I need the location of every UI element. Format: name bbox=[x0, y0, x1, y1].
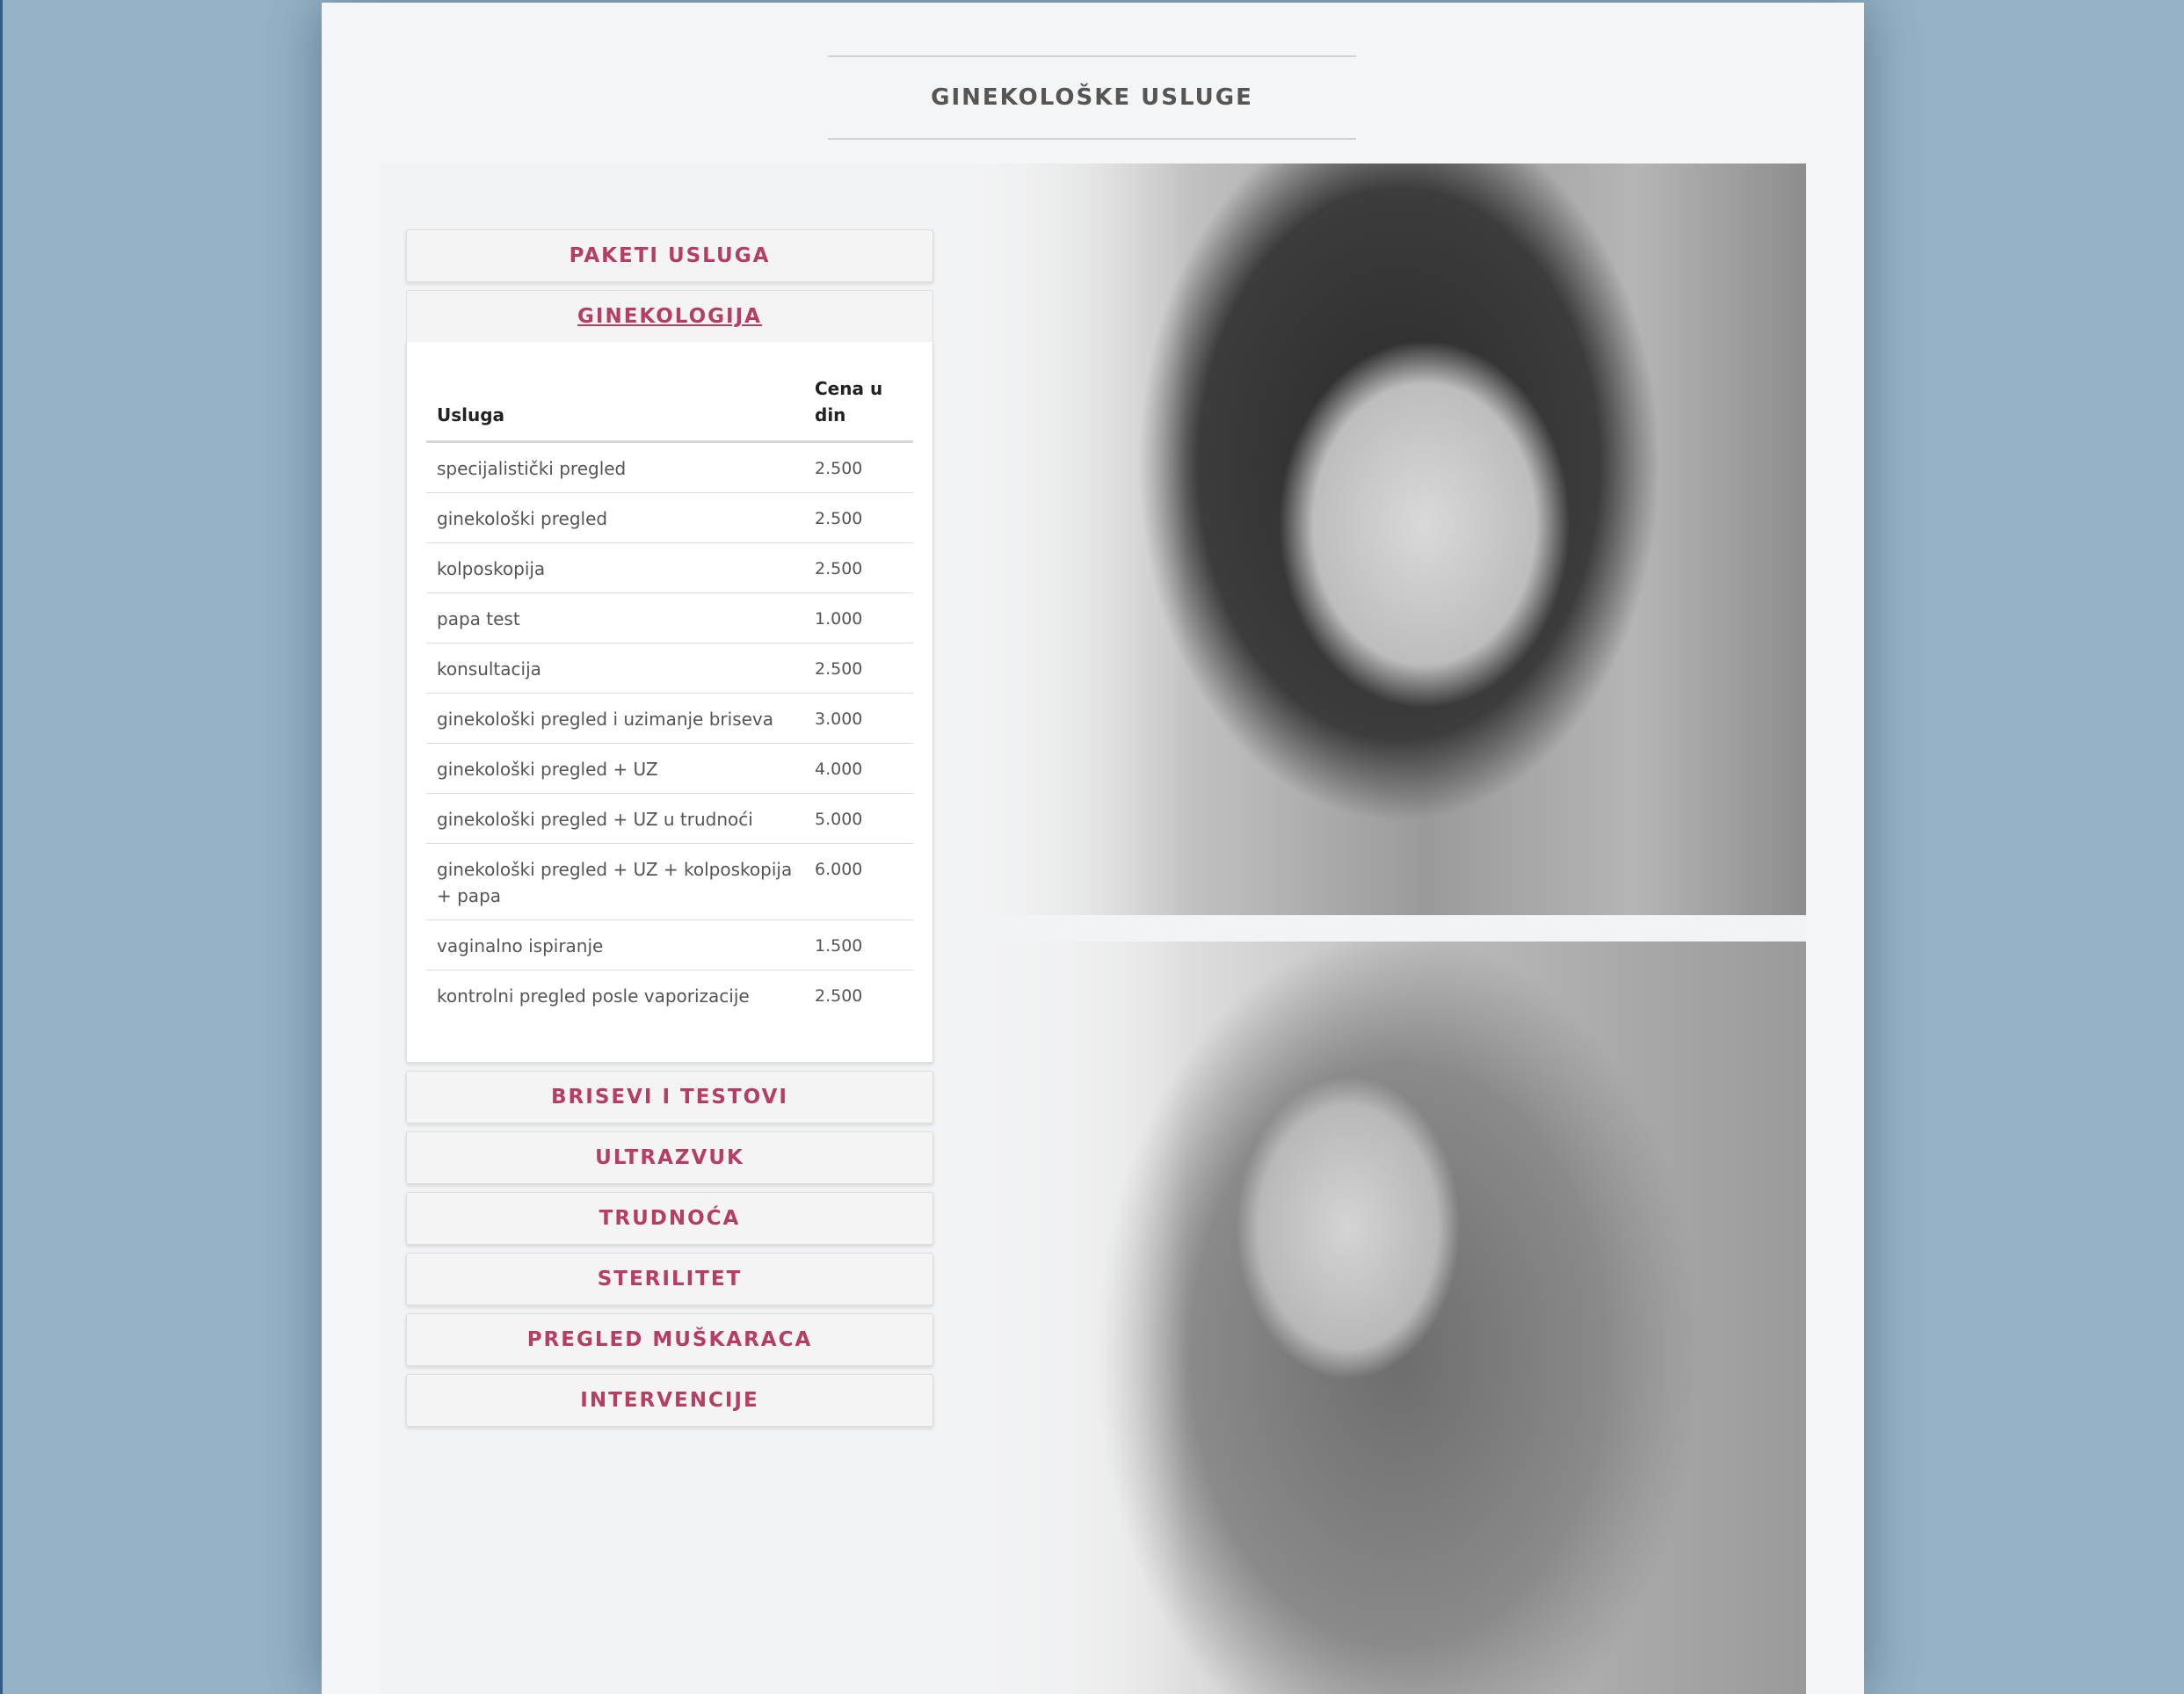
price-cell: 2.500 bbox=[804, 441, 913, 493]
page-container: GINEKOLOŠKE USLUGE PAKETI USLUGA GINEKOL… bbox=[322, 3, 1864, 1694]
table-row: konsultacija 2.500 bbox=[426, 643, 913, 694]
service-cell: kontrolni pregled posle vaporizacije bbox=[437, 985, 750, 1007]
price-cell: 5.000 bbox=[804, 793, 913, 844]
table-row: specijalistički pregled 2.500 bbox=[426, 441, 913, 493]
accordion-header-ginekologija[interactable]: GINEKOLOGIJA bbox=[406, 290, 933, 342]
column-header-service: Usluga bbox=[426, 370, 804, 443]
price-cell: 2.500 bbox=[804, 542, 913, 593]
service-cell: ginekološki pregled i uzimanje briseva bbox=[426, 693, 804, 744]
price-cell: 2.500 bbox=[804, 643, 913, 694]
service-cell: ginekološki pregled + UZ u trudnoći bbox=[426, 793, 804, 844]
table-row: vaginalno ispiranje 1.500 bbox=[426, 920, 913, 971]
window-edge bbox=[0, 0, 3, 1694]
accordion-label: STERILITET bbox=[597, 1268, 743, 1290]
service-cell: ginekološki pregled + UZ + kolposkopija … bbox=[426, 843, 804, 920]
accordion-label: BRISEVI I TESTOVI bbox=[551, 1086, 788, 1109]
service-cell: papa test bbox=[426, 593, 804, 643]
price-cell: 1.000 bbox=[804, 593, 913, 643]
column-header-price: Cena u din bbox=[804, 370, 913, 443]
accordion-label: TRUDNOĆA bbox=[599, 1207, 741, 1230]
accordion-label: INTERVENCIJE bbox=[580, 1389, 759, 1412]
photo-woman-smiling bbox=[958, 942, 1806, 1694]
table-row: ginekološki pregled + UZ 4.000 bbox=[426, 743, 913, 794]
price-cell: 3.000 bbox=[804, 693, 913, 744]
table-row: ginekološki pregled i uzimanje briseva 3… bbox=[426, 693, 913, 744]
page-title-block: GINEKOLOŠKE USLUGE bbox=[828, 55, 1356, 140]
accordion-label: PAKETI USLUGA bbox=[569, 244, 771, 267]
photo-fade bbox=[958, 164, 1186, 915]
service-cell: ginekološki pregled + UZ bbox=[426, 743, 804, 794]
table-row: kontrolni pregled posle vaporizacije 2.5… bbox=[426, 971, 913, 1021]
table-row: ginekološki pregled 2.500 bbox=[426, 492, 913, 543]
price-cell: 6.000 bbox=[804, 843, 913, 920]
accordion-label: ULTRAZVUK bbox=[595, 1146, 744, 1169]
table-row: ginekološki pregled + UZ u trudnoći 5.00… bbox=[426, 793, 913, 844]
accordion-header-ultrazvuk[interactable]: ULTRAZVUK bbox=[406, 1131, 933, 1184]
services-accordion: PAKETI USLUGA GINEKOLOGIJA Usluga Cena u… bbox=[406, 229, 933, 1435]
table-header-row: Usluga Cena u din bbox=[426, 370, 913, 443]
price-cell: 1.500 bbox=[804, 920, 913, 971]
accordion-header-sterilitet[interactable]: STERILITET bbox=[406, 1253, 933, 1305]
accordion-panel-ginekologija: Usluga Cena u din specijalistički pregle… bbox=[406, 342, 933, 1063]
service-cell: specijalistički pregled bbox=[426, 441, 804, 493]
accordion-header-pregled-muskaraca[interactable]: PREGLED MUŠKARACA bbox=[406, 1313, 933, 1366]
page-title: GINEKOLOŠKE USLUGE bbox=[931, 84, 1253, 111]
accordion-label: PREGLED MUŠKARACA bbox=[526, 1328, 813, 1351]
price-cell: 2.500 bbox=[815, 986, 863, 1006]
accordion-header-brisevi-i-testovi[interactable]: BRISEVI I TESTOVI bbox=[406, 1071, 933, 1123]
accordion-header-paketi-usluga[interactable]: PAKETI USLUGA bbox=[406, 229, 933, 282]
accordion-header-trudnoca[interactable]: TRUDNOĆA bbox=[406, 1192, 933, 1245]
service-cell: kolposkopija bbox=[426, 542, 804, 593]
accordion-label[interactable]: GINEKOLOGIJA bbox=[577, 305, 762, 328]
price-table: Usluga Cena u din specijalistički pregle… bbox=[426, 370, 913, 1020]
price-cell: 4.000 bbox=[804, 743, 913, 794]
service-cell: konsultacija bbox=[426, 643, 804, 694]
content-area: PAKETI USLUGA GINEKOLOGIJA Usluga Cena u… bbox=[380, 164, 1806, 1694]
accordion-header-intervencije[interactable]: INTERVENCIJE bbox=[406, 1374, 933, 1427]
service-cell: ginekološki pregled bbox=[426, 492, 804, 543]
service-cell: vaginalno ispiranje bbox=[426, 920, 804, 971]
table-row: papa test 1.000 bbox=[426, 593, 913, 643]
photo-woman-portrait bbox=[958, 164, 1806, 915]
photo-fade bbox=[958, 942, 1186, 1694]
price-cell: 2.500 bbox=[804, 492, 913, 543]
table-row: kolposkopija 2.500 bbox=[426, 542, 913, 593]
table-row: ginekološki pregled + UZ + kolposkopija … bbox=[426, 843, 913, 920]
